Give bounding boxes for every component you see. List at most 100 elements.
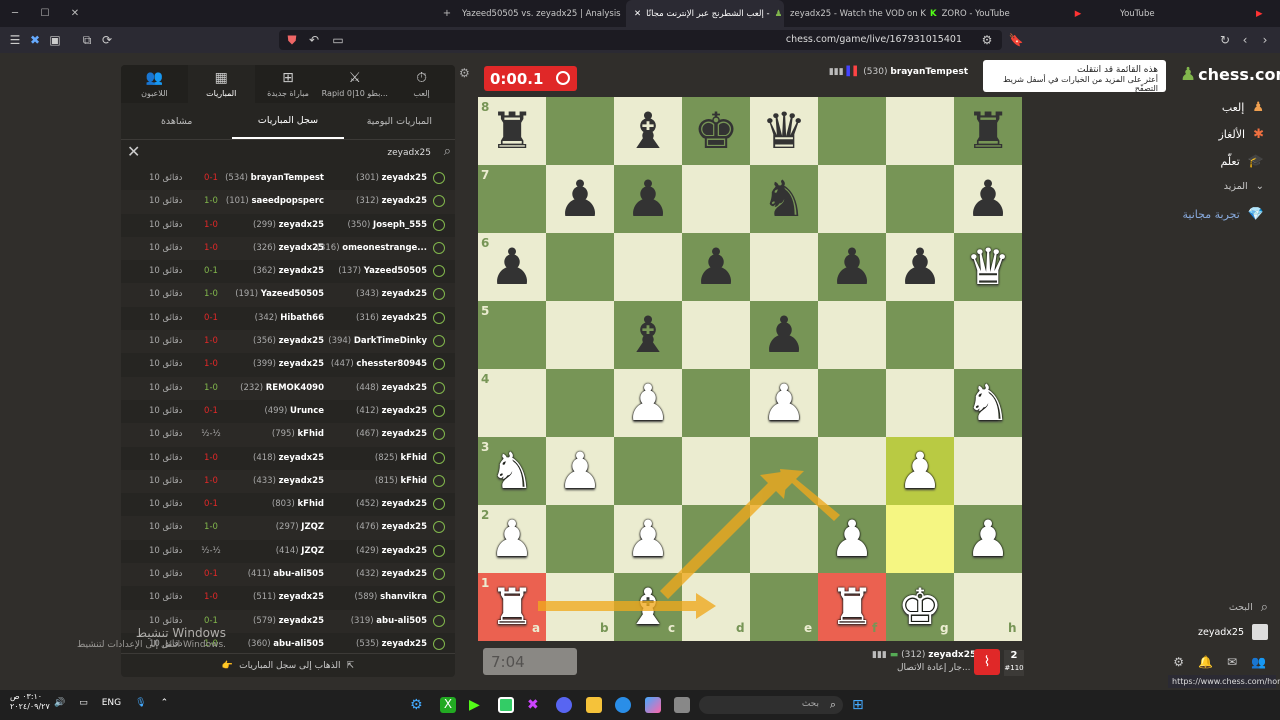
table-row[interactable]: (350) Joseph_555 (299) zeyadx25 1-0 10 دقائ…: [121, 214, 455, 237]
player-name[interactable]: omeonestrange...: [342, 243, 427, 253]
piece-h8[interactable]: ♜: [954, 97, 1022, 165]
piece-e4[interactable]: ♟: [750, 369, 818, 437]
square-d4[interactable]: [682, 369, 750, 437]
bottom-player-name[interactable]: zeyadx25: [928, 650, 976, 660]
square-h5[interactable]: [954, 301, 1022, 369]
shield-icon[interactable]: ⛊: [283, 31, 301, 49]
player-name[interactable]: Yazeed50505: [364, 266, 427, 276]
piece-c8[interactable]: ♝: [614, 97, 682, 165]
app-window-icon[interactable]: [674, 697, 690, 713]
sidebar-search[interactable]: البحث ⌕: [1229, 600, 1268, 615]
settings-icon[interactable]: ⚙: [1173, 655, 1184, 669]
piece-g3[interactable]: ♟: [886, 437, 954, 505]
tab-new-game[interactable]: ⊞ مباراة جديدة: [255, 65, 322, 103]
table-row[interactable]: (312) zeyadx25 (101) saeedpopsperc 1-0 10 د…: [121, 190, 455, 214]
player-name[interactable]: Urunce: [290, 406, 324, 416]
address-bar[interactable]: ⛊ ↶ ▭ chess.com/game/live/167931015401 ⚙: [279, 30, 1002, 50]
tab-play[interactable]: ⏱ إلعب: [388, 65, 455, 103]
player-name[interactable]: zeyadx25: [382, 546, 427, 556]
player-name[interactable]: zeyadx25: [279, 616, 324, 626]
square-c3[interactable]: [614, 437, 682, 505]
square-d7[interactable]: [682, 165, 750, 233]
sidebar-user[interactable]: zeyadx25: [1198, 624, 1268, 640]
square-g7[interactable]: [886, 165, 954, 233]
player-name[interactable]: saeedpopsperc: [251, 196, 324, 206]
tab-daily-games[interactable]: المباريات اليومية: [344, 103, 455, 139]
square-f7[interactable]: [818, 165, 886, 233]
player-name[interactable]: REMOK4090: [266, 383, 324, 393]
piece-f6[interactable]: ♟: [818, 233, 886, 301]
piece-h6[interactable]: ♛: [954, 233, 1022, 301]
player-name[interactable]: zeyadx25: [382, 569, 427, 579]
top-player-name[interactable]: brayanTempest: [890, 67, 968, 77]
player-name[interactable]: JZQZ: [301, 522, 324, 532]
microphone-icon[interactable]: 🎙: [135, 698, 146, 708]
square-b8[interactable]: [546, 97, 614, 165]
square-b2[interactable]: [546, 505, 614, 573]
table-row[interactable]: (137) Yazeed50505 (362) zeyadx25 0-1 10 دقا…: [121, 260, 455, 283]
square-g4[interactable]: [886, 369, 954, 437]
game-app-icon[interactable]: ✖: [527, 697, 543, 713]
square-h3[interactable]: [954, 437, 1022, 505]
player-name[interactable]: zeyadx25: [382, 522, 427, 532]
table-row[interactable]: (589) shanvikra (511) zeyadx25 1-0 10 دقائق: [121, 586, 455, 609]
language-indicator[interactable]: ENG: [102, 698, 121, 708]
tab-youtube[interactable]: YouTube: [1120, 0, 1180, 27]
piece-h4[interactable]: ♞: [954, 369, 1022, 437]
player-name[interactable]: zeyadx25: [382, 639, 427, 649]
piece-c2[interactable]: ♟: [614, 505, 682, 573]
table-row[interactable]: (476) zeyadx25 (297) JZQZ 1-0 10 دقائق: [121, 516, 455, 540]
square-d3[interactable]: [682, 437, 750, 505]
player-name[interactable]: zeyadx25: [382, 406, 427, 416]
square-e6[interactable]: [750, 233, 818, 301]
table-row[interactable]: (394) DarkTimeDinky (356) zeyadx25 1-0 10 د…: [121, 330, 455, 354]
close-window-button[interactable]: ✕: [60, 0, 90, 27]
square-b4[interactable]: [546, 369, 614, 437]
player-name[interactable]: zeyadx25: [382, 499, 427, 509]
table-row[interactable]: (452) zeyadx25 (803) kFhid 0-1 10 دقائق: [121, 493, 455, 516]
square-g2[interactable]: [886, 505, 954, 573]
square-b6[interactable]: [546, 233, 614, 301]
network-icon[interactable]: ▭: [79, 698, 88, 708]
new-tab-icon[interactable]: +: [432, 0, 462, 27]
folder-icon[interactable]: [586, 697, 602, 713]
player-name[interactable]: brayanTempest: [251, 173, 324, 183]
sidebar-item-more[interactable]: المزيد ⌄: [1224, 181, 1264, 192]
player-name[interactable]: Yazeed50505: [261, 289, 324, 299]
piece-h2[interactable]: ♟: [954, 505, 1022, 573]
board-settings-icon[interactable]: ⚙: [459, 66, 470, 80]
table-row[interactable]: (301) zeyadx25 (534) brayanTempest 0-1 10 د…: [121, 167, 455, 190]
table-row[interactable]: (447) chesster80945 (399) zeyadx25 1-0 10 د…: [121, 353, 455, 376]
volume-icon[interactable]: 🔊: [54, 698, 65, 708]
square-b5[interactable]: [546, 301, 614, 369]
piece-d8[interactable]: ♚: [682, 97, 750, 165]
chevron-up-icon[interactable]: ⌃: [161, 698, 169, 708]
square-d5[interactable]: [682, 301, 750, 369]
player-name[interactable]: DarkTimeDinky: [354, 336, 427, 346]
player-name[interactable]: abu-ali505: [273, 569, 324, 579]
chess-logo[interactable]: ♟chess.com: [1180, 64, 1280, 85]
bell-icon[interactable]: 🔔: [1198, 655, 1213, 669]
piece-e7[interactable]: ♞: [750, 165, 818, 233]
sidebar-item-play[interactable]: إلعب ♟: [1222, 100, 1264, 115]
piece-f2[interactable]: ♟: [818, 505, 886, 573]
bookmark-icon[interactable]: 🔖: [1007, 31, 1025, 49]
piece-h7[interactable]: ♟: [954, 165, 1022, 233]
piece-g6[interactable]: ♟: [886, 233, 954, 301]
table-row[interactable]: (825) kFhid (418) zeyadx25 1-0 10 دقائق: [121, 447, 455, 470]
table-row[interactable]: (429) zeyadx25 (414) JZQZ ½-½ 10 دقائق: [121, 540, 455, 563]
search-input[interactable]: zeyadx25: [387, 148, 431, 158]
player-name[interactable]: zeyadx25: [279, 592, 324, 602]
player-name[interactable]: zeyadx25: [279, 336, 324, 346]
square-e2[interactable]: [750, 505, 818, 573]
piece-c7[interactable]: ♟: [614, 165, 682, 233]
reload-icon[interactable]: ↻: [1216, 31, 1234, 49]
square-c6[interactable]: [614, 233, 682, 301]
piece-e5[interactable]: ♟: [750, 301, 818, 369]
sidebar-item-learn[interactable]: تعلّم 🎓: [1220, 154, 1264, 169]
player-name[interactable]: kFhid: [400, 476, 427, 486]
player-name[interactable]: kFhid: [400, 453, 427, 463]
mail-icon[interactable]: ✉: [1227, 655, 1237, 669]
square-f8[interactable]: [818, 97, 886, 165]
player-name[interactable]: zeyadx25: [382, 173, 427, 183]
